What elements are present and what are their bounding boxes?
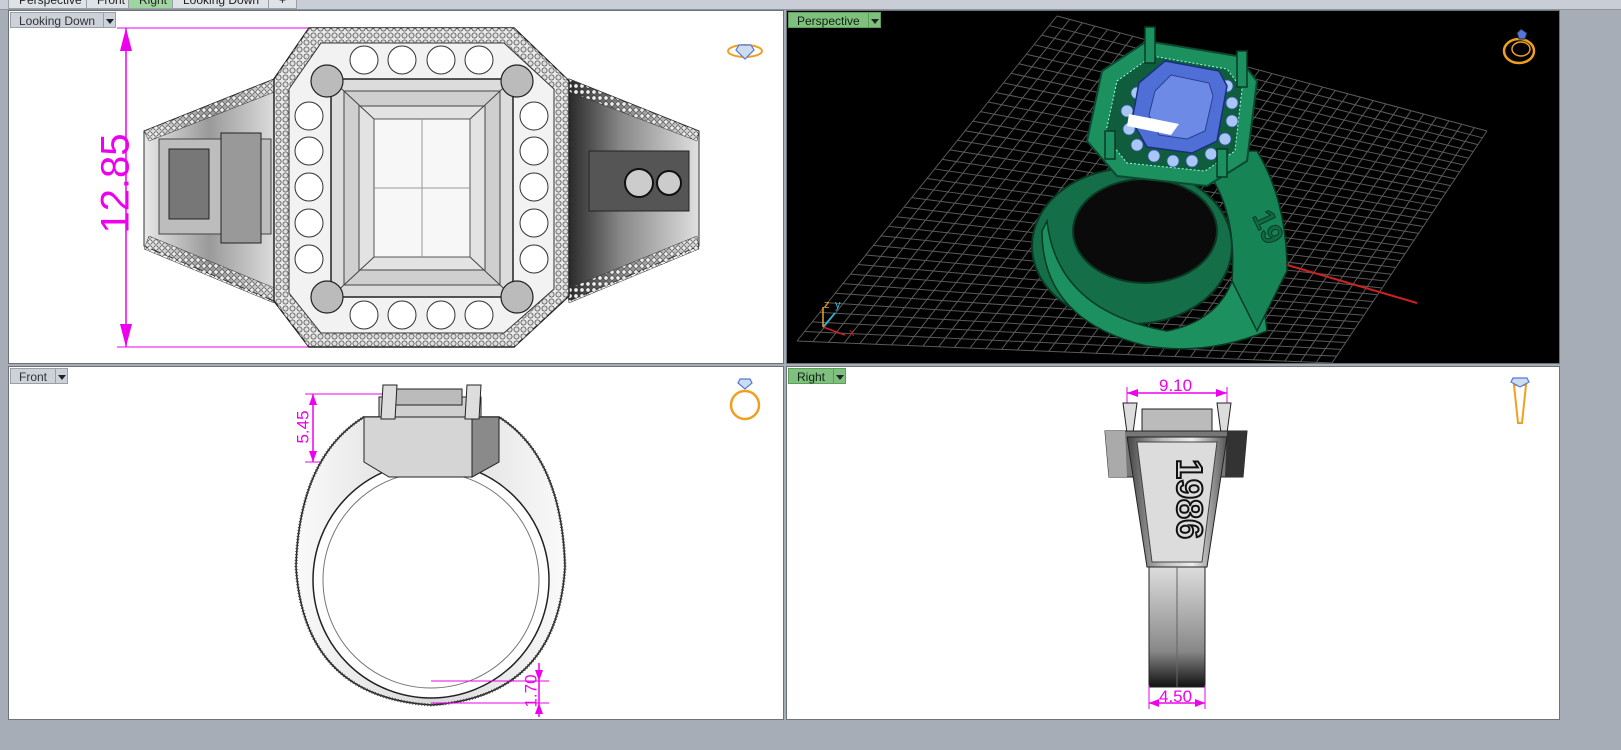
viewport-front[interactable]: Front 5.45 1.70 xyxy=(8,366,784,720)
ring-side-view-icon[interactable] xyxy=(1505,375,1535,427)
viewport-name[interactable]: Front xyxy=(10,368,57,384)
dimension-head-width: 9.10 xyxy=(1159,376,1193,395)
viewport-menu-dropdown-icon[interactable] xyxy=(834,368,847,384)
viewport-looking-down[interactable]: Looking Down 12.85 xyxy=(8,10,784,364)
viewport-menu-dropdown-icon[interactable] xyxy=(868,12,881,28)
viewport-right[interactable]: Right 1986 9.10 4.50 xyxy=(786,366,1560,720)
add-tab-button[interactable]: + xyxy=(268,0,298,9)
viewport-label-front[interactable]: Front xyxy=(10,368,69,384)
viewport-menu-dropdown-icon[interactable] xyxy=(56,368,69,384)
ring-front-view-drawing xyxy=(294,384,567,717)
viewport-tab-bar: Perspective Front Right Looking Down + xyxy=(0,0,1621,10)
ring-perspective-drawing: 19 xyxy=(796,15,1488,363)
viewport-label-perspective[interactable]: Perspective xyxy=(788,12,881,28)
viewport-menu-dropdown-icon[interactable] xyxy=(104,12,117,28)
axis-y-label: y xyxy=(835,299,841,311)
side-engraving: 1986 xyxy=(1169,459,1210,539)
dimension-head-height: 5.45 xyxy=(293,410,313,444)
ring-side-view-drawing: 1986 xyxy=(1104,387,1248,709)
axis-x-label: x xyxy=(849,327,855,339)
ring-top-view-icon[interactable] xyxy=(725,37,765,63)
axis-z-label: z xyxy=(824,299,830,311)
viewport-name[interactable]: Perspective xyxy=(788,12,869,28)
ring-front-view-icon[interactable] xyxy=(725,375,765,423)
viewport-name[interactable]: Right xyxy=(788,368,835,384)
viewport-label-looking-down[interactable]: Looking Down xyxy=(10,12,117,28)
tab-right[interactable]: Right xyxy=(128,0,179,9)
viewport-perspective[interactable]: Perspective 19 z y x xyxy=(786,10,1560,364)
tab-looking-down[interactable]: Looking Down xyxy=(172,0,271,9)
dimension-band-width: 4.50 xyxy=(1159,687,1193,706)
tab-perspective[interactable]: Perspective xyxy=(8,0,93,9)
viewport-label-right[interactable]: Right xyxy=(788,368,847,384)
dimension-band-thickness: 1.70 xyxy=(521,674,541,708)
viewport-name[interactable]: Looking Down xyxy=(10,12,105,28)
dimension-width: 12.85 xyxy=(93,133,138,234)
ring-perspective-icon[interactable] xyxy=(1499,25,1539,67)
